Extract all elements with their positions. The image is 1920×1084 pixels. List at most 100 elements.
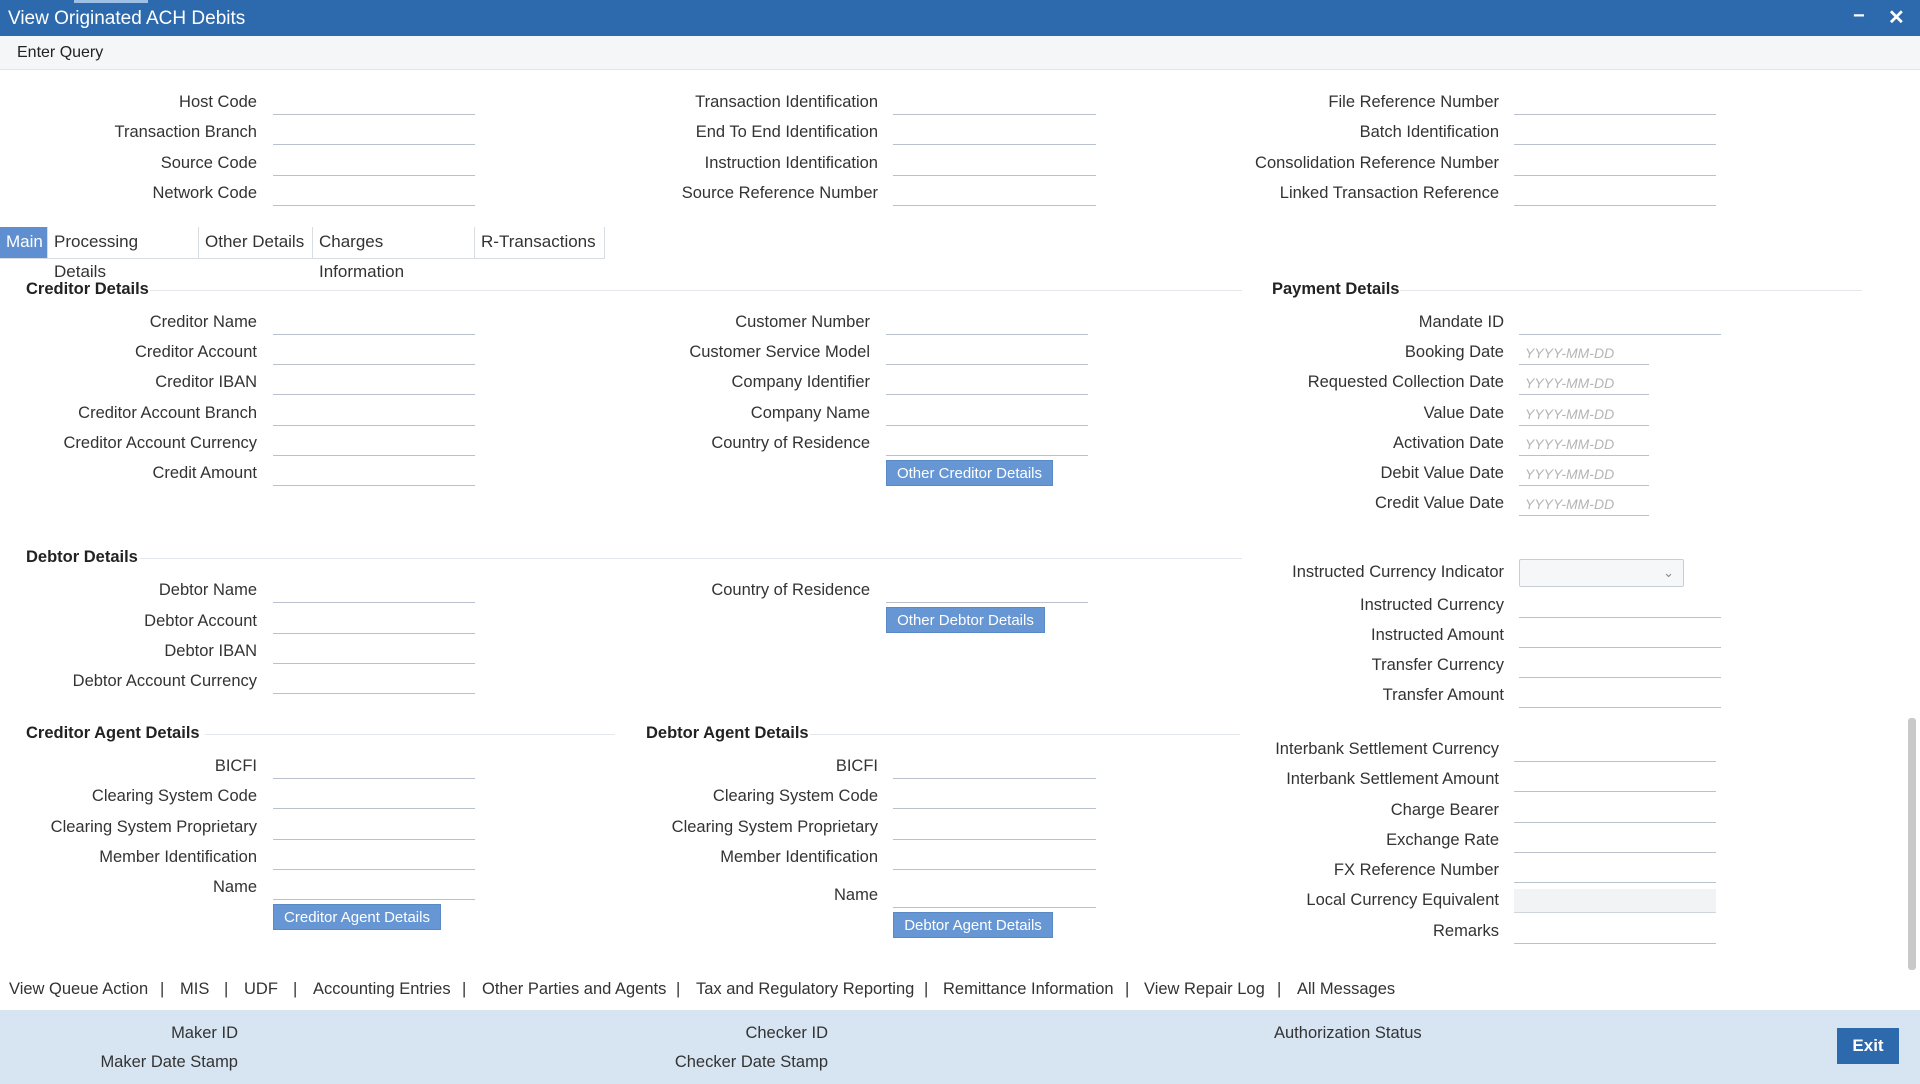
creditor-account-branch-input[interactable]: [273, 402, 475, 426]
booking-date-label: Booking Date: [1404, 343, 1504, 361]
instructed-currency-indicator-select[interactable]: ⌄: [1519, 559, 1684, 587]
view-queue-action-link[interactable]: View Queue Action: [9, 980, 148, 999]
debtor-agent-details-button[interactable]: Debtor Agent Details: [893, 912, 1053, 938]
requested-collection-date-input[interactable]: [1519, 371, 1649, 395]
customer-service-model-label: Customer Service Model: [689, 343, 870, 361]
customer-number-input[interactable]: [886, 311, 1088, 335]
file-reference-number-input[interactable]: [1514, 91, 1716, 115]
company-identifier-input[interactable]: [886, 371, 1088, 395]
debtor-agent-clearing-system-proprietary-input[interactable]: [893, 816, 1096, 840]
instruction-identification-input[interactable]: [893, 152, 1096, 176]
credit-amount-label: Credit Amount: [152, 464, 257, 482]
instructed-amount-label: Instructed Amount: [1371, 626, 1504, 644]
vertical-scrollbar-thumb[interactable]: [1908, 718, 1916, 970]
debtor-details-heading: Debtor Details: [26, 548, 138, 566]
other-creditor-details-button[interactable]: Other Creditor Details: [886, 460, 1053, 486]
debtor-country-of-residence-input[interactable]: [886, 579, 1088, 603]
tab-r-transactions[interactable]: R-Transactions: [475, 227, 605, 259]
end-to-end-identification-input[interactable]: [893, 121, 1096, 145]
activation-date-input[interactable]: [1519, 432, 1649, 456]
other-debtor-details-button[interactable]: Other Debtor Details: [886, 607, 1045, 633]
booking-date-input[interactable]: [1519, 341, 1649, 365]
creditor-account-currency-input[interactable]: [273, 432, 475, 456]
creditor-agent-clearing-system-code-input[interactable]: [273, 785, 475, 809]
creditor-iban-input[interactable]: [273, 371, 475, 395]
source-code-input[interactable]: [273, 152, 475, 176]
creditor-details-heading: Creditor Details: [26, 280, 149, 298]
creditor-agent-bicfi-input[interactable]: [273, 755, 475, 779]
creditor-agent-member-identification-input[interactable]: [273, 846, 475, 870]
udf-link[interactable]: UDF: [244, 980, 278, 999]
batch-identification-input[interactable]: [1514, 121, 1716, 145]
link-separator: |: [462, 980, 467, 998]
transaction-identification-input[interactable]: [893, 91, 1096, 115]
creditor-agent-divider: [205, 734, 615, 735]
close-icon[interactable]: ✕: [1888, 5, 1905, 30]
debtor-agent-member-identification-input[interactable]: [893, 846, 1096, 870]
debtor-account-currency-label: Debtor Account Currency: [72, 672, 257, 690]
minimize-icon[interactable]: −: [1853, 5, 1865, 28]
tax-and-regulatory-reporting-link[interactable]: Tax and Regulatory Reporting: [696, 980, 914, 999]
exit-button[interactable]: Exit: [1837, 1028, 1899, 1064]
creditor-account-input[interactable]: [273, 341, 475, 365]
host-code-input[interactable]: [273, 91, 475, 115]
remittance-information-link[interactable]: Remittance Information: [943, 980, 1114, 999]
creditor-name-input[interactable]: [273, 311, 475, 335]
creditor-agent-clearing-system-proprietary-input[interactable]: [273, 816, 475, 840]
transaction-branch-input[interactable]: [273, 121, 475, 145]
accounting-entries-link[interactable]: Accounting Entries: [313, 980, 451, 999]
credit-value-date-input[interactable]: [1519, 492, 1649, 516]
instructed-amount-input[interactable]: [1519, 624, 1721, 648]
enter-query-button[interactable]: Enter Query: [17, 44, 103, 62]
other-parties-and-agents-link[interactable]: Other Parties and Agents: [482, 980, 666, 999]
all-messages-link[interactable]: All Messages: [1297, 980, 1395, 999]
value-date-input[interactable]: [1519, 402, 1649, 426]
window-title: View Originated ACH Debits: [8, 8, 246, 29]
remarks-input[interactable]: [1514, 920, 1716, 944]
chevron-down-icon: ⌄: [1663, 565, 1674, 580]
debtor-account-currency-input[interactable]: [273, 670, 475, 694]
network-code-input[interactable]: [273, 182, 475, 206]
tab-main[interactable]: Main: [0, 227, 48, 259]
debtor-agent-name-input[interactable]: [893, 884, 1096, 908]
debtor-agent-clearing-system-code-input[interactable]: [893, 785, 1096, 809]
debit-value-date-input[interactable]: [1519, 462, 1649, 486]
source-reference-number-input[interactable]: [893, 182, 1096, 206]
link-separator: |: [293, 980, 298, 998]
creditor-agent-details-button[interactable]: Creditor Agent Details: [273, 904, 441, 930]
transfer-currency-input[interactable]: [1519, 654, 1721, 678]
debtor-account-input[interactable]: [273, 610, 475, 634]
charge-bearer-input[interactable]: [1514, 799, 1716, 823]
debtor-account-label: Debtor Account: [144, 612, 257, 630]
transfer-amount-input[interactable]: [1519, 684, 1721, 708]
creditor-country-of-residence-input[interactable]: [886, 432, 1088, 456]
local-currency-equivalent-input[interactable]: [1514, 889, 1716, 913]
mandate-id-label: Mandate ID: [1418, 313, 1504, 331]
creditor-agent-name-label: Name: [212, 878, 257, 896]
interbank-settlement-amount-input[interactable]: [1514, 768, 1716, 792]
interbank-settlement-currency-label: Interbank Settlement Currency: [1275, 740, 1499, 758]
interbank-settlement-currency-input[interactable]: [1514, 738, 1716, 762]
view-repair-log-link[interactable]: View Repair Log: [1144, 980, 1265, 999]
debtor-iban-input[interactable]: [273, 640, 475, 664]
mandate-id-input[interactable]: [1519, 311, 1721, 335]
creditor-agent-name-input[interactable]: [273, 876, 475, 900]
tab-charges-information[interactable]: Charges Information: [313, 227, 475, 281]
customer-service-model-input[interactable]: [886, 341, 1088, 365]
mis-link[interactable]: MIS: [180, 980, 209, 999]
credit-value-date-label: Credit Value Date: [1374, 494, 1504, 512]
instruction-identification-label: Instruction Identification: [704, 154, 878, 172]
company-name-input[interactable]: [886, 402, 1088, 426]
consolidation-reference-number-input[interactable]: [1514, 152, 1716, 176]
transaction-branch-label: Transaction Branch: [114, 123, 257, 141]
debtor-agent-bicfi-input[interactable]: [893, 755, 1096, 779]
debtor-name-input[interactable]: [273, 579, 475, 603]
exchange-rate-input[interactable]: [1514, 829, 1716, 853]
fx-reference-number-input[interactable]: [1514, 859, 1716, 883]
linked-transaction-reference-input[interactable]: [1514, 182, 1716, 206]
instructed-currency-input[interactable]: [1519, 594, 1721, 618]
credit-amount-input[interactable]: [273, 462, 475, 486]
tab-other-details[interactable]: Other Details: [199, 227, 313, 259]
title-accent: [74, 0, 148, 3]
tab-processing-details[interactable]: Processing Details: [48, 227, 199, 281]
